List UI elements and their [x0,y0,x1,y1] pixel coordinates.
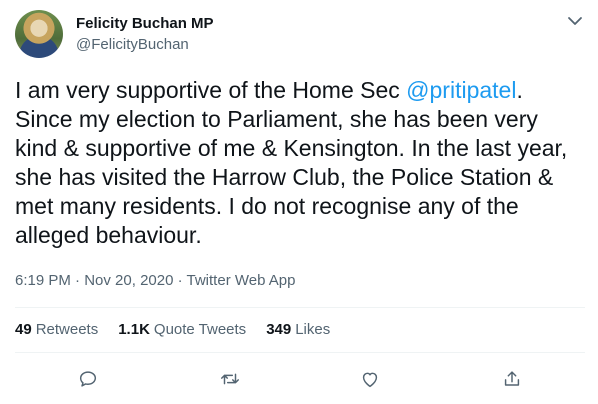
share-icon[interactable] [501,368,523,390]
divider [15,352,585,353]
retweets-label: Retweets [35,321,99,338]
quote-tweets-count: 1.1K [118,321,150,338]
quote-tweets-stat[interactable]: 1.1K Quote Tweets [118,321,246,338]
retweet-icon[interactable] [219,368,241,390]
tweet-text: I am very supportive of the Home Sec @pr… [15,76,585,250]
retweets-stat[interactable]: 49 Retweets [15,321,98,338]
author-handle[interactable]: @FelicityBuchan [76,36,189,53]
retweets-count: 49 [15,321,32,338]
likes-stat[interactable]: 349 Likes [266,321,330,338]
tweet-meta: 6:19 PM · Nov 20, 2020 · Twitter Web App [15,272,295,289]
tweet-source[interactable]: Twitter Web App [187,272,296,289]
reply-icon[interactable] [77,368,99,390]
tweet-time[interactable]: 6:19 PM [15,272,71,289]
meta-separator: · [70,272,85,289]
likes-label: Likes [295,321,331,338]
mention-link[interactable]: @pritipatel [406,77,516,103]
tweet-date[interactable]: Nov 20, 2020 [84,272,173,289]
meta-separator: · [173,272,187,289]
like-icon[interactable] [359,368,381,390]
quote-tweets-label: Quote Tweets [153,321,247,338]
likes-count: 349 [266,321,292,338]
divider [15,307,585,308]
author-name[interactable]: Felicity Buchan MP [76,15,214,32]
tweet-card: Felicity Buchan MP @FelicityBuchan I am … [0,0,598,404]
avatar[interactable] [15,10,63,58]
tweet-stats: 49 Retweets 1.1K Quote Tweets 349 Likes [15,321,350,338]
chevron-down-icon[interactable] [566,14,584,28]
tweet-text-part: I am very supportive of the Home Sec [15,77,407,103]
